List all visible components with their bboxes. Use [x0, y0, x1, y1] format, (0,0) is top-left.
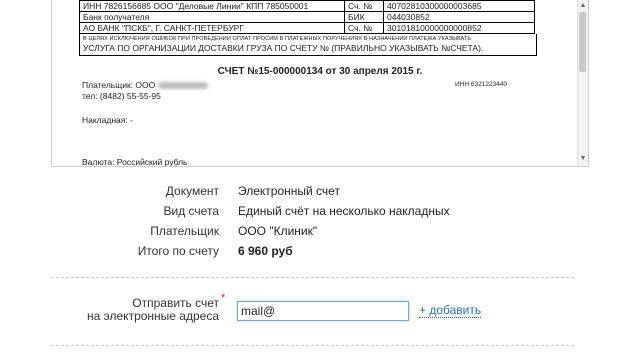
- bank-code-cell: Сч. №: [344, 22, 384, 34]
- send-email-label-line2: на электронные адреса: [87, 309, 219, 323]
- detail-label: Вид счета: [163, 204, 219, 218]
- send-email-label: Отправить счет на электронные адреса: [87, 297, 219, 323]
- redacted-name: [158, 82, 209, 90]
- divider: [51, 277, 574, 278]
- detail-label: Плательщик: [150, 224, 219, 238]
- preview-scrollbar[interactable]: ▲ ▼: [577, 0, 588, 166]
- bank-code-cell: БИК: [344, 11, 384, 23]
- payment-notice-main: УСЛУГА ПО ОРГАНИЗАЦИИ ДОСТАВКИ ГРУЗА ПО …: [83, 43, 484, 53]
- required-asterisk: *: [221, 292, 226, 304]
- add-email-link[interactable]: + добавить: [419, 304, 482, 318]
- bank-row: ИНН 7826156685 ООО "Деловые Линии" КПП 7…: [79, 0, 535, 12]
- payment-notice-small: В ЦЕЛЯХ ИСКЛЮЧЕНИЯ ОШИБОК ПРИ ПРОВЕДЕНИИ…: [83, 36, 472, 42]
- scroll-thumb[interactable]: [579, 12, 586, 72]
- bank-cell: ИНН 7826156685 ООО "Деловые Линии" КПП 7…: [79, 0, 345, 12]
- invoice-inn: ИНН 6321223440: [455, 81, 508, 88]
- bank-value-cell: 40702810300000003685: [383, 0, 535, 12]
- divider: [51, 345, 574, 346]
- bank-value-cell: 30101810000000000852: [383, 22, 535, 34]
- scroll-up-arrow-icon[interactable]: ▲: [579, 2, 587, 10]
- detail-label: Итого по счету: [137, 244, 219, 258]
- detail-value: Электронный счет: [238, 184, 340, 198]
- bank-row: Банк получателя БИК 044030852: [79, 11, 535, 23]
- bank-code-cell: Сч. №: [344, 0, 384, 12]
- invoice-waybill: Накладная: -: [82, 115, 133, 125]
- bank-row: АО БАНК "ПСКБ", Г. САНКТ-ПЕТЕРБУРГ Сч. №…: [79, 22, 535, 34]
- invoice-currency: Валюта: Российский рубль: [82, 157, 188, 167]
- invoice-phone: тел: (8482) 55-55-95: [82, 91, 161, 101]
- invoice-payer: Плательщик: ООО: [82, 80, 209, 90]
- bank-value-cell: 044030852: [383, 11, 535, 23]
- email-field[interactable]: [237, 301, 409, 321]
- invoice-payer-label: Плательщик: ООО: [82, 80, 156, 90]
- bank-cell: АО БАНК "ПСКБ", Г. САНКТ-ПЕТЕРБУРГ: [79, 22, 345, 34]
- bank-details-table: ИНН 7826156685 ООО "Деловые Линии" КПП 7…: [79, 0, 537, 56]
- invoice-preview[interactable]: ИНН 7826156685 ООО "Деловые Линии" КПП 7…: [51, 0, 589, 167]
- detail-label: Документ: [165, 184, 219, 198]
- invoice-title: СЧЕТ №15-000000134 от 30 апреля 2015 г.: [217, 66, 423, 77]
- detail-value: ООО "Клиник": [238, 224, 318, 238]
- total-amount: 6 960 руб: [238, 244, 293, 258]
- detail-value: Единый счёт на несколько накладных: [238, 204, 450, 218]
- scroll-down-arrow-icon[interactable]: ▼: [579, 155, 587, 163]
- payment-notice: В ЦЕЛЯХ ИСКЛЮЧЕНИЯ ОШИБОК ПРИ ПРОВЕДЕНИИ…: [79, 34, 537, 56]
- bank-cell: Банк получателя: [79, 11, 345, 23]
